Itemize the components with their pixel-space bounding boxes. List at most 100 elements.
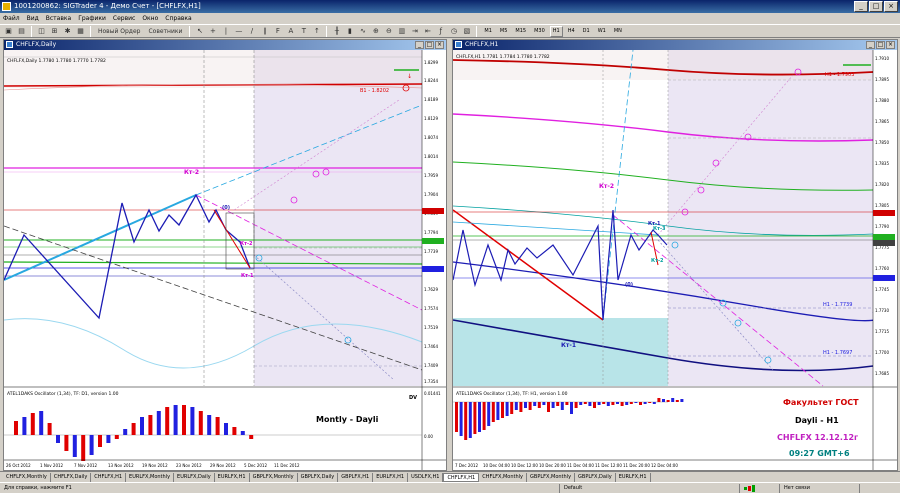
menu-insert[interactable]: Вставка bbox=[46, 15, 71, 22]
channel-icon[interactable]: ∥ bbox=[259, 26, 270, 37]
chart-tab[interactable]: USDLFX,H1 bbox=[408, 472, 444, 482]
terminal-icon[interactable]: ▦ bbox=[75, 26, 86, 37]
indicators-icon[interactable]: ƒ bbox=[435, 26, 446, 37]
svg-text:1.7739: 1.7739 bbox=[424, 249, 438, 254]
chart-maximize-button[interactable]: □ bbox=[425, 41, 434, 49]
tf-d1[interactable]: D1 bbox=[580, 26, 593, 37]
minimize-button[interactable]: _ bbox=[854, 1, 868, 12]
chart-window-h1[interactable]: CHFLFX,H1 _ □ × Кт-2 Кт-1 Кт-3 Кт-2 (0) … bbox=[452, 39, 898, 471]
crosshair-icon[interactable]: + bbox=[207, 26, 218, 37]
oscillator-bar bbox=[616, 402, 619, 404]
autoscroll-icon[interactable]: ⇥ bbox=[409, 26, 420, 37]
menu-tools[interactable]: Сервис bbox=[113, 15, 135, 22]
text-icon[interactable]: A bbox=[285, 26, 296, 37]
chart-shift-icon[interactable]: ⇤ bbox=[422, 26, 433, 37]
bar-chart-icon[interactable]: ╫ bbox=[331, 26, 342, 37]
chart-tab[interactable]: GBPLFX,H1 bbox=[338, 472, 374, 482]
chart-maximize-button[interactable]: □ bbox=[876, 41, 885, 49]
chart-tab[interactable]: EURLFX,H1 bbox=[616, 472, 651, 482]
tf-m15[interactable]: M15 bbox=[512, 26, 529, 37]
chart-tab[interactable]: EURLFX,Daily bbox=[174, 472, 215, 482]
kt3-label: Кт-3 bbox=[653, 226, 666, 232]
oscillator-bar bbox=[240, 431, 245, 435]
tf-m1[interactable]: M1 bbox=[481, 26, 495, 37]
oscillator-bar bbox=[487, 402, 491, 426]
chart-window-daily[interactable]: CHFLFX,Daily _ □ × Кт-2 (0) Кт-2 Кт-1 B1… bbox=[3, 39, 447, 471]
zoom-in-icon[interactable]: ⊕ bbox=[370, 26, 381, 37]
toolbar-separator bbox=[476, 25, 478, 37]
maximize-button[interactable]: □ bbox=[869, 1, 883, 12]
oscillator-bar bbox=[89, 435, 94, 455]
menu-help[interactable]: Справка bbox=[165, 15, 191, 22]
svg-text:5 Dec 2012: 5 Dec 2012 bbox=[244, 463, 267, 468]
navigator-icon[interactable]: ✱ bbox=[62, 26, 73, 37]
cursor-icon[interactable]: ↖ bbox=[194, 26, 205, 37]
chart-minimize-button[interactable]: _ bbox=[415, 41, 424, 49]
chart-close-button[interactable]: × bbox=[435, 41, 444, 49]
chart-icon bbox=[6, 41, 13, 48]
vertical-line-icon[interactable]: | bbox=[220, 26, 231, 37]
tf-m5[interactable]: M5 bbox=[497, 26, 511, 37]
chart-tab[interactable]: GBPLFX,Monthly bbox=[527, 472, 576, 482]
time-text: 09:27 GMT+6 bbox=[789, 449, 850, 458]
expert-advisors-button[interactable]: Советники bbox=[145, 26, 185, 37]
chart-tab[interactable]: CHFLFX,Daily bbox=[51, 472, 92, 482]
menu-window[interactable]: Окно bbox=[142, 15, 158, 22]
svg-text:1.7574: 1.7574 bbox=[424, 306, 438, 311]
chart-tab[interactable]: EURLFX,Monthly bbox=[126, 472, 175, 482]
templates-icon[interactable]: ▧ bbox=[461, 26, 472, 37]
tile-windows-icon[interactable]: ▥ bbox=[396, 26, 407, 37]
chart-close-button[interactable]: × bbox=[886, 41, 895, 49]
oscillator-bar bbox=[47, 423, 52, 435]
arrows-icon[interactable]: ↑ bbox=[311, 26, 322, 37]
chart-minimize-button[interactable]: _ bbox=[866, 41, 875, 49]
tf-h4[interactable]: H4 bbox=[565, 26, 578, 37]
close-button[interactable]: × bbox=[884, 1, 898, 12]
periods-icon[interactable]: ◷ bbox=[448, 26, 459, 37]
svg-text:1.7715: 1.7715 bbox=[875, 329, 889, 334]
profiles-icon[interactable]: ▤ bbox=[16, 26, 27, 37]
oscillator-bar bbox=[519, 402, 523, 412]
chart-tab-active[interactable]: CHFLFX,H1 bbox=[443, 472, 480, 482]
oscillator-bar bbox=[482, 402, 486, 430]
oscillator-bar bbox=[537, 402, 541, 408]
oscillator-bar bbox=[478, 402, 481, 432]
horizontal-line-icon[interactable]: — bbox=[233, 26, 244, 37]
tf-w1[interactable]: W1 bbox=[595, 26, 609, 37]
oscillator-bar bbox=[611, 402, 615, 405]
chart-tab[interactable]: GBPLFX,Daily bbox=[575, 472, 616, 482]
svg-text:10 Dec 20:00: 10 Dec 20:00 bbox=[539, 463, 566, 468]
chart-tab[interactable]: GBPLFX,Daily bbox=[298, 472, 339, 482]
timeframes-text: Dayli - H1 bbox=[795, 416, 839, 425]
menu-charts[interactable]: Графики bbox=[78, 15, 106, 22]
h1-chart-canvas[interactable]: Кт-2 Кт-1 Кт-3 Кт-2 (0) Кт-1 H1 - 1.7903… bbox=[453, 50, 897, 470]
daily-chart-canvas[interactable]: Кт-2 (0) Кт-2 Кт-1 B1 - 1.8202 CHFLFX,Da… bbox=[4, 50, 446, 470]
tf-mn[interactable]: MN bbox=[611, 26, 625, 37]
svg-text:1.7895: 1.7895 bbox=[875, 77, 889, 82]
chart-tab[interactable]: GBPLFX,Monthly bbox=[250, 472, 298, 482]
fibo-icon[interactable]: F bbox=[272, 26, 283, 37]
chart-tab[interactable]: CHFLFX,Monthly bbox=[3, 472, 51, 482]
candle-chart-icon[interactable]: ▮ bbox=[344, 26, 355, 37]
chart-tab[interactable]: EURLFX,H1 bbox=[373, 472, 409, 482]
tf-h1[interactable]: H1 bbox=[549, 25, 563, 37]
data-window-icon[interactable]: ⊞ bbox=[49, 26, 60, 37]
market-watch-icon[interactable]: ◫ bbox=[36, 26, 47, 37]
chart-tab[interactable]: CHFLFX,H1 bbox=[91, 472, 127, 482]
label-icon[interactable]: T bbox=[298, 26, 309, 37]
oscillator-bar bbox=[198, 411, 203, 435]
tf-m30[interactable]: M30 bbox=[531, 26, 548, 37]
line-chart-icon[interactable]: ∿ bbox=[357, 26, 368, 37]
zoom-out-icon[interactable]: ⊖ bbox=[383, 26, 394, 37]
kt2-label: Кт-2 bbox=[184, 169, 199, 176]
menu-view[interactable]: Вид bbox=[27, 15, 39, 22]
kt0-label: (0) bbox=[625, 282, 633, 288]
toolbar: ▣ ▤ ◫ ⊞ ✱ ▦ Новый Ордер Советники ↖ + | … bbox=[0, 24, 900, 38]
oscillator-bar bbox=[459, 402, 463, 436]
trendline-icon[interactable]: / bbox=[246, 26, 257, 37]
chart-tab[interactable]: CHFLFX,Monthly bbox=[479, 472, 528, 482]
new-chart-icon[interactable]: ▣ bbox=[3, 26, 14, 37]
menu-file[interactable]: Файл bbox=[3, 15, 20, 22]
new-order-button[interactable]: Новый Ордер bbox=[95, 26, 143, 37]
chart-tab[interactable]: EURLFX,H1 bbox=[215, 472, 250, 482]
